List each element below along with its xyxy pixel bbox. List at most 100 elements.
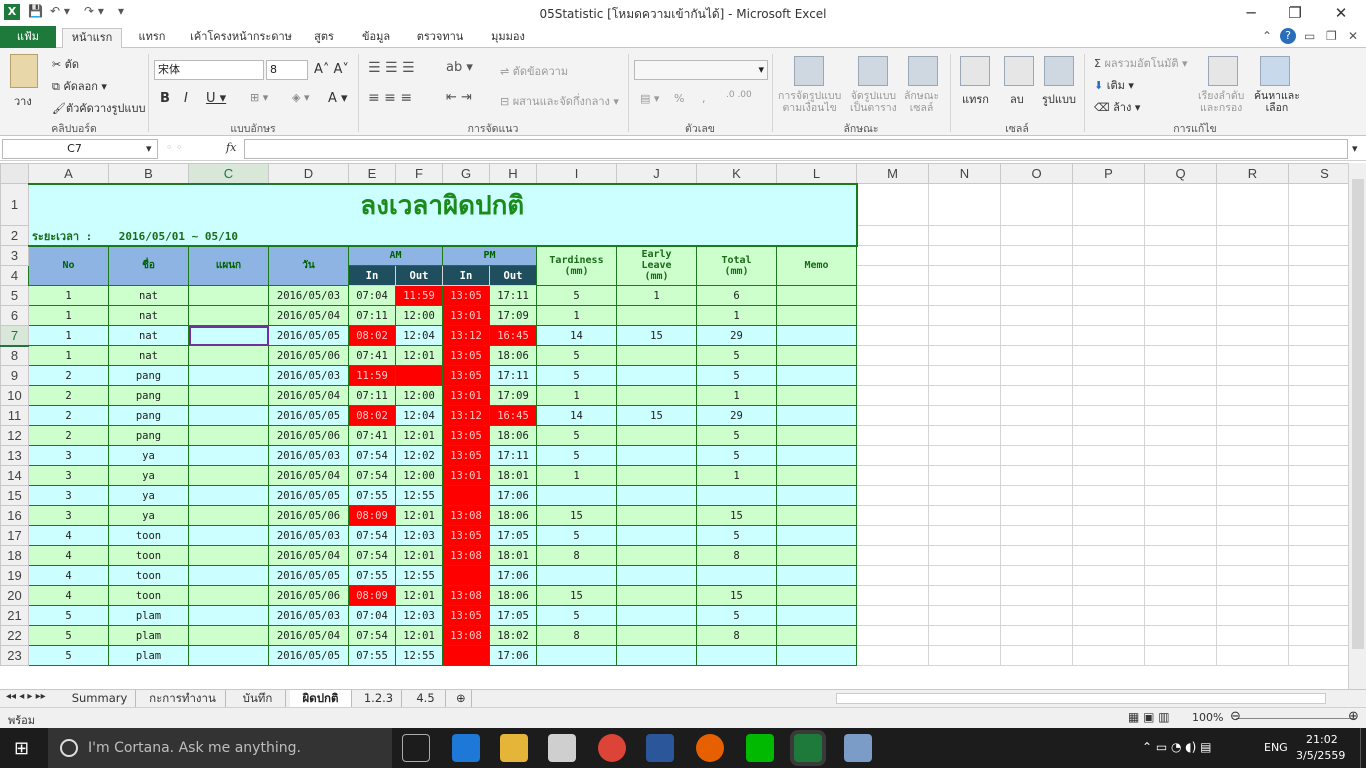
cell-date[interactable]: 2016/05/06	[268, 585, 349, 606]
sheet-tab[interactable]: กะการทำงาน	[140, 690, 226, 707]
tab-view[interactable]: มุมมอง	[480, 28, 536, 48]
cell-date[interactable]: 2016/05/06	[268, 505, 349, 526]
cell-no[interactable]: 4	[28, 585, 109, 606]
cell-tard[interactable]: 5	[536, 285, 617, 306]
cell-name[interactable]: ya	[108, 505, 189, 526]
doc-minimize-icon[interactable]: ▭	[1304, 29, 1315, 43]
cell-tard[interactable]: 1	[536, 465, 617, 486]
cell-date[interactable]: 2016/05/03	[268, 525, 349, 546]
cell-tard[interactable]	[536, 485, 617, 506]
cell-dept[interactable]	[188, 625, 269, 646]
column-header[interactable]: E	[348, 163, 396, 184]
cell-memo[interactable]	[776, 405, 857, 426]
cell-pm_out[interactable]: 18:01	[489, 545, 537, 566]
column-header[interactable]: Q	[1144, 163, 1217, 184]
select-all-corner[interactable]	[0, 163, 29, 184]
cell-am_out[interactable]: 12:55	[395, 485, 443, 506]
header-pm[interactable]: PM	[442, 245, 537, 266]
cell-am_out[interactable]: 12:01	[395, 545, 443, 566]
cell-am_out[interactable]: 12:01	[395, 585, 443, 606]
cell-date[interactable]: 2016/05/04	[268, 545, 349, 566]
cell-tard[interactable]: 8	[536, 545, 617, 566]
cell-total[interactable]	[696, 645, 777, 666]
cell-date[interactable]: 2016/05/06	[268, 425, 349, 446]
row-header[interactable]: 21	[0, 605, 29, 626]
cell-early[interactable]	[616, 365, 697, 386]
sheet-title[interactable]: ลงเวลาผิดปกติ	[28, 182, 858, 226]
header-date[interactable]: วัน	[268, 245, 349, 286]
cell-total[interactable]	[696, 565, 777, 586]
cell-name[interactable]: plam	[108, 645, 189, 666]
cell-memo[interactable]	[776, 305, 857, 326]
cell-am_out[interactable]: 12:01	[395, 625, 443, 646]
cell-date[interactable]: 2016/05/04	[268, 465, 349, 486]
task-view-icon[interactable]	[402, 734, 430, 762]
cell-dept[interactable]	[188, 605, 269, 626]
cell-no[interactable]: 5	[28, 645, 109, 666]
show-desktop[interactable]	[1360, 728, 1366, 768]
cell-dept[interactable]	[188, 545, 269, 566]
cell-am_in[interactable]: 07:41	[348, 345, 396, 366]
cell-memo[interactable]	[776, 345, 857, 366]
copy-button[interactable]: ⧉ คัดลอก ▾	[52, 77, 107, 95]
worksheet[interactable]: A B C D E F G H I J K L M N O P Q R S 1 ลงเวลาผิดปกติ 2 ระยะเว…	[0, 163, 1366, 689]
cell-name[interactable]: ya	[108, 465, 189, 486]
cell-pm_in[interactable]	[442, 645, 490, 666]
row-header[interactable]: 23	[0, 645, 29, 666]
header-no[interactable]: No	[28, 245, 109, 286]
cell-no[interactable]: 1	[28, 305, 109, 326]
cell-no[interactable]: 3	[28, 485, 109, 506]
doc-close-icon[interactable]: ✕	[1348, 29, 1358, 43]
cell-date[interactable]: 2016/05/03	[268, 365, 349, 386]
cell-memo[interactable]	[776, 585, 857, 606]
view-normal-icon[interactable]: ▦ ▣ ▥	[1128, 710, 1170, 724]
cell-name[interactable]: pang	[108, 365, 189, 386]
cell-am_out[interactable]: 12:03	[395, 525, 443, 546]
cell-pm_in[interactable]: 13:05	[442, 365, 490, 386]
cell-tard[interactable]: 5	[536, 345, 617, 366]
cell-pm_in[interactable]: 13:08	[442, 545, 490, 566]
cell-am_in[interactable]: 07:41	[348, 425, 396, 446]
cell-tard[interactable]: 14	[536, 325, 617, 346]
cell-early[interactable]	[616, 465, 697, 486]
cell-total[interactable]: 1	[696, 385, 777, 406]
delete-cells-icon[interactable]	[1004, 56, 1034, 86]
cell-tard[interactable]: 1	[536, 385, 617, 406]
sheet-tab[interactable]: ผิดปกติ	[290, 690, 352, 707]
cell-total[interactable]: 5	[696, 365, 777, 386]
cell-early[interactable]	[616, 485, 697, 506]
cell-no[interactable]: 4	[28, 545, 109, 566]
cell-am_out[interactable]: 12:00	[395, 385, 443, 406]
cell-dept[interactable]	[188, 405, 269, 426]
format-table-icon[interactable]	[858, 56, 888, 86]
cell-name[interactable]: nat	[108, 285, 189, 306]
cell-tard[interactable]: 15	[536, 505, 617, 526]
zoom-out-icon[interactable]: ⊖	[1230, 709, 1241, 724]
zoom-level[interactable]: 100%	[1192, 711, 1223, 724]
row-header[interactable]: 13	[0, 445, 29, 466]
cell-name[interactable]: toon	[108, 585, 189, 606]
cell-am_out[interactable]: 12:01	[395, 505, 443, 526]
cell-name[interactable]: toon	[108, 545, 189, 566]
cell-dept[interactable]	[188, 465, 269, 486]
cell-dept[interactable]	[188, 365, 269, 386]
close-button[interactable]: ✕	[1318, 2, 1364, 24]
sheet-tab[interactable]: 4.5	[406, 690, 446, 707]
cell-name[interactable]: toon	[108, 565, 189, 586]
cell-dept[interactable]	[188, 425, 269, 446]
tab-formulas[interactable]: สูตร	[306, 28, 342, 48]
cell-date[interactable]: 2016/05/03	[268, 285, 349, 306]
zoom-in-icon[interactable]: ⊕	[1348, 709, 1359, 724]
tab-review[interactable]: ตรวจทาน	[410, 28, 470, 48]
cell-pm_in[interactable]: 13:12	[442, 405, 490, 426]
cell-pm_out[interactable]: 17:06	[489, 645, 537, 666]
cell-no[interactable]: 1	[28, 345, 109, 366]
sort-filter-button[interactable]: เรียงลำดับ และกรอง	[1198, 90, 1244, 114]
align-left-icon[interactable]: ≡ ≡ ≡	[368, 90, 412, 106]
cell-am_in[interactable]: 11:59	[348, 365, 396, 386]
cell-pm_in[interactable]: 13:01	[442, 385, 490, 406]
cell-am_out[interactable]: 12:03	[395, 605, 443, 626]
row-header[interactable]: 19	[0, 565, 29, 586]
conditional-format-button[interactable]: การจัดรูปแบบ ตามเงื่อนไข	[778, 90, 841, 114]
cell-pm_out[interactable]: 17:06	[489, 485, 537, 506]
